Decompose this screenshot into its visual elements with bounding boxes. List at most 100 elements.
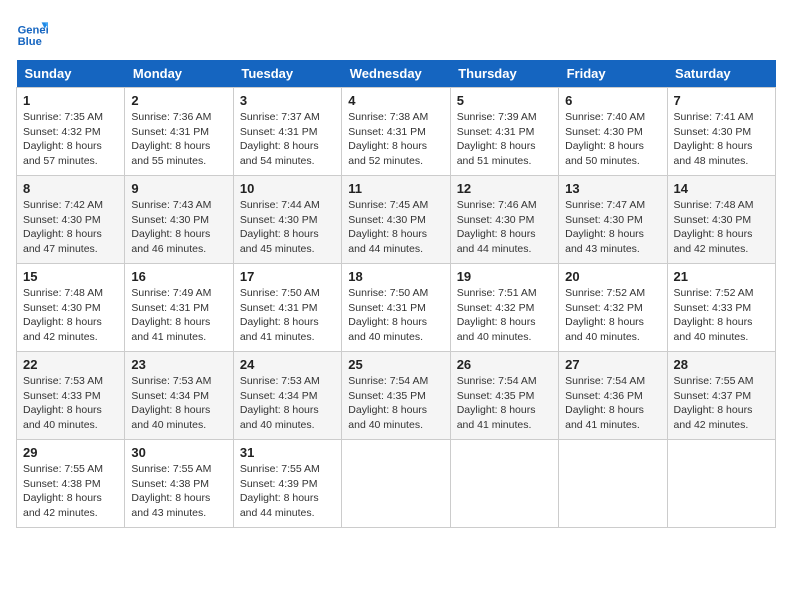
day-number: 5 bbox=[457, 93, 552, 108]
calendar-cell: 21 Sunrise: 7:52 AM Sunset: 4:33 PM Dayl… bbox=[667, 264, 775, 352]
day-number: 22 bbox=[23, 357, 118, 372]
calendar-cell: 26 Sunrise: 7:54 AM Sunset: 4:35 PM Dayl… bbox=[450, 352, 558, 440]
calendar-week-4: 22 Sunrise: 7:53 AM Sunset: 4:33 PM Dayl… bbox=[17, 352, 776, 440]
day-info: Sunrise: 7:50 AM Sunset: 4:31 PM Dayligh… bbox=[240, 286, 335, 345]
day-info: Sunrise: 7:40 AM Sunset: 4:30 PM Dayligh… bbox=[565, 110, 660, 169]
calendar-cell: 8 Sunrise: 7:42 AM Sunset: 4:30 PM Dayli… bbox=[17, 176, 125, 264]
day-number: 12 bbox=[457, 181, 552, 196]
calendar-cell: 15 Sunrise: 7:48 AM Sunset: 4:30 PM Dayl… bbox=[17, 264, 125, 352]
calendar-cell: 22 Sunrise: 7:53 AM Sunset: 4:33 PM Dayl… bbox=[17, 352, 125, 440]
calendar-cell: 29 Sunrise: 7:55 AM Sunset: 4:38 PM Dayl… bbox=[17, 440, 125, 528]
day-number: 3 bbox=[240, 93, 335, 108]
day-number: 29 bbox=[23, 445, 118, 460]
day-number: 1 bbox=[23, 93, 118, 108]
weekday-header-sunday: Sunday bbox=[17, 60, 125, 88]
day-number: 9 bbox=[131, 181, 226, 196]
day-number: 14 bbox=[674, 181, 769, 196]
logo-icon: General Blue bbox=[16, 16, 48, 48]
day-info: Sunrise: 7:55 AM Sunset: 4:39 PM Dayligh… bbox=[240, 462, 335, 521]
day-number: 13 bbox=[565, 181, 660, 196]
day-number: 30 bbox=[131, 445, 226, 460]
calendar-week-2: 8 Sunrise: 7:42 AM Sunset: 4:30 PM Dayli… bbox=[17, 176, 776, 264]
day-number: 4 bbox=[348, 93, 443, 108]
page-header: General Blue bbox=[16, 16, 776, 48]
calendar-cell: 16 Sunrise: 7:49 AM Sunset: 4:31 PM Dayl… bbox=[125, 264, 233, 352]
day-info: Sunrise: 7:54 AM Sunset: 4:35 PM Dayligh… bbox=[348, 374, 443, 433]
calendar-cell bbox=[667, 440, 775, 528]
day-info: Sunrise: 7:39 AM Sunset: 4:31 PM Dayligh… bbox=[457, 110, 552, 169]
day-number: 24 bbox=[240, 357, 335, 372]
day-number: 28 bbox=[674, 357, 769, 372]
calendar-cell: 17 Sunrise: 7:50 AM Sunset: 4:31 PM Dayl… bbox=[233, 264, 341, 352]
day-info: Sunrise: 7:51 AM Sunset: 4:32 PM Dayligh… bbox=[457, 286, 552, 345]
weekday-header-saturday: Saturday bbox=[667, 60, 775, 88]
calendar-cell: 6 Sunrise: 7:40 AM Sunset: 4:30 PM Dayli… bbox=[559, 88, 667, 176]
day-number: 7 bbox=[674, 93, 769, 108]
calendar-cell: 4 Sunrise: 7:38 AM Sunset: 4:31 PM Dayli… bbox=[342, 88, 450, 176]
calendar-cell: 25 Sunrise: 7:54 AM Sunset: 4:35 PM Dayl… bbox=[342, 352, 450, 440]
day-info: Sunrise: 7:45 AM Sunset: 4:30 PM Dayligh… bbox=[348, 198, 443, 257]
day-number: 8 bbox=[23, 181, 118, 196]
day-info: Sunrise: 7:55 AM Sunset: 4:37 PM Dayligh… bbox=[674, 374, 769, 433]
day-info: Sunrise: 7:36 AM Sunset: 4:31 PM Dayligh… bbox=[131, 110, 226, 169]
calendar-week-5: 29 Sunrise: 7:55 AM Sunset: 4:38 PM Dayl… bbox=[17, 440, 776, 528]
calendar-cell: 19 Sunrise: 7:51 AM Sunset: 4:32 PM Dayl… bbox=[450, 264, 558, 352]
calendar-cell: 3 Sunrise: 7:37 AM Sunset: 4:31 PM Dayli… bbox=[233, 88, 341, 176]
day-number: 26 bbox=[457, 357, 552, 372]
day-info: Sunrise: 7:54 AM Sunset: 4:36 PM Dayligh… bbox=[565, 374, 660, 433]
day-number: 10 bbox=[240, 181, 335, 196]
day-number: 20 bbox=[565, 269, 660, 284]
day-number: 27 bbox=[565, 357, 660, 372]
day-number: 15 bbox=[23, 269, 118, 284]
weekday-header-friday: Friday bbox=[559, 60, 667, 88]
calendar-cell: 2 Sunrise: 7:36 AM Sunset: 4:31 PM Dayli… bbox=[125, 88, 233, 176]
day-number: 16 bbox=[131, 269, 226, 284]
day-info: Sunrise: 7:48 AM Sunset: 4:30 PM Dayligh… bbox=[23, 286, 118, 345]
calendar-table: SundayMondayTuesdayWednesdayThursdayFrid… bbox=[16, 60, 776, 528]
day-info: Sunrise: 7:49 AM Sunset: 4:31 PM Dayligh… bbox=[131, 286, 226, 345]
calendar-cell: 23 Sunrise: 7:53 AM Sunset: 4:34 PM Dayl… bbox=[125, 352, 233, 440]
day-info: Sunrise: 7:35 AM Sunset: 4:32 PM Dayligh… bbox=[23, 110, 118, 169]
calendar-cell: 11 Sunrise: 7:45 AM Sunset: 4:30 PM Dayl… bbox=[342, 176, 450, 264]
calendar-cell: 5 Sunrise: 7:39 AM Sunset: 4:31 PM Dayli… bbox=[450, 88, 558, 176]
day-info: Sunrise: 7:37 AM Sunset: 4:31 PM Dayligh… bbox=[240, 110, 335, 169]
calendar-cell: 27 Sunrise: 7:54 AM Sunset: 4:36 PM Dayl… bbox=[559, 352, 667, 440]
weekday-header-wednesday: Wednesday bbox=[342, 60, 450, 88]
calendar-cell: 9 Sunrise: 7:43 AM Sunset: 4:30 PM Dayli… bbox=[125, 176, 233, 264]
day-info: Sunrise: 7:38 AM Sunset: 4:31 PM Dayligh… bbox=[348, 110, 443, 169]
day-info: Sunrise: 7:42 AM Sunset: 4:30 PM Dayligh… bbox=[23, 198, 118, 257]
weekday-header-thursday: Thursday bbox=[450, 60, 558, 88]
calendar-week-3: 15 Sunrise: 7:48 AM Sunset: 4:30 PM Dayl… bbox=[17, 264, 776, 352]
calendar-week-1: 1 Sunrise: 7:35 AM Sunset: 4:32 PM Dayli… bbox=[17, 88, 776, 176]
day-number: 17 bbox=[240, 269, 335, 284]
day-info: Sunrise: 7:44 AM Sunset: 4:30 PM Dayligh… bbox=[240, 198, 335, 257]
day-info: Sunrise: 7:41 AM Sunset: 4:30 PM Dayligh… bbox=[674, 110, 769, 169]
day-info: Sunrise: 7:43 AM Sunset: 4:30 PM Dayligh… bbox=[131, 198, 226, 257]
day-info: Sunrise: 7:53 AM Sunset: 4:33 PM Dayligh… bbox=[23, 374, 118, 433]
calendar-cell: 28 Sunrise: 7:55 AM Sunset: 4:37 PM Dayl… bbox=[667, 352, 775, 440]
day-info: Sunrise: 7:53 AM Sunset: 4:34 PM Dayligh… bbox=[131, 374, 226, 433]
calendar-cell: 7 Sunrise: 7:41 AM Sunset: 4:30 PM Dayli… bbox=[667, 88, 775, 176]
calendar-cell bbox=[450, 440, 558, 528]
day-number: 6 bbox=[565, 93, 660, 108]
day-number: 18 bbox=[348, 269, 443, 284]
calendar-cell: 12 Sunrise: 7:46 AM Sunset: 4:30 PM Dayl… bbox=[450, 176, 558, 264]
calendar-cell: 18 Sunrise: 7:50 AM Sunset: 4:31 PM Dayl… bbox=[342, 264, 450, 352]
calendar-cell: 24 Sunrise: 7:53 AM Sunset: 4:34 PM Dayl… bbox=[233, 352, 341, 440]
weekday-header-monday: Monday bbox=[125, 60, 233, 88]
day-info: Sunrise: 7:50 AM Sunset: 4:31 PM Dayligh… bbox=[348, 286, 443, 345]
calendar-cell: 31 Sunrise: 7:55 AM Sunset: 4:39 PM Dayl… bbox=[233, 440, 341, 528]
day-number: 31 bbox=[240, 445, 335, 460]
calendar-body: 1 Sunrise: 7:35 AM Sunset: 4:32 PM Dayli… bbox=[17, 88, 776, 528]
day-number: 19 bbox=[457, 269, 552, 284]
day-info: Sunrise: 7:55 AM Sunset: 4:38 PM Dayligh… bbox=[131, 462, 226, 521]
day-number: 23 bbox=[131, 357, 226, 372]
day-info: Sunrise: 7:46 AM Sunset: 4:30 PM Dayligh… bbox=[457, 198, 552, 257]
day-number: 11 bbox=[348, 181, 443, 196]
calendar-header-row: SundayMondayTuesdayWednesdayThursdayFrid… bbox=[17, 60, 776, 88]
logo: General Blue bbox=[16, 16, 52, 48]
day-number: 25 bbox=[348, 357, 443, 372]
calendar-cell: 20 Sunrise: 7:52 AM Sunset: 4:32 PM Dayl… bbox=[559, 264, 667, 352]
calendar-cell: 14 Sunrise: 7:48 AM Sunset: 4:30 PM Dayl… bbox=[667, 176, 775, 264]
calendar-cell: 30 Sunrise: 7:55 AM Sunset: 4:38 PM Dayl… bbox=[125, 440, 233, 528]
